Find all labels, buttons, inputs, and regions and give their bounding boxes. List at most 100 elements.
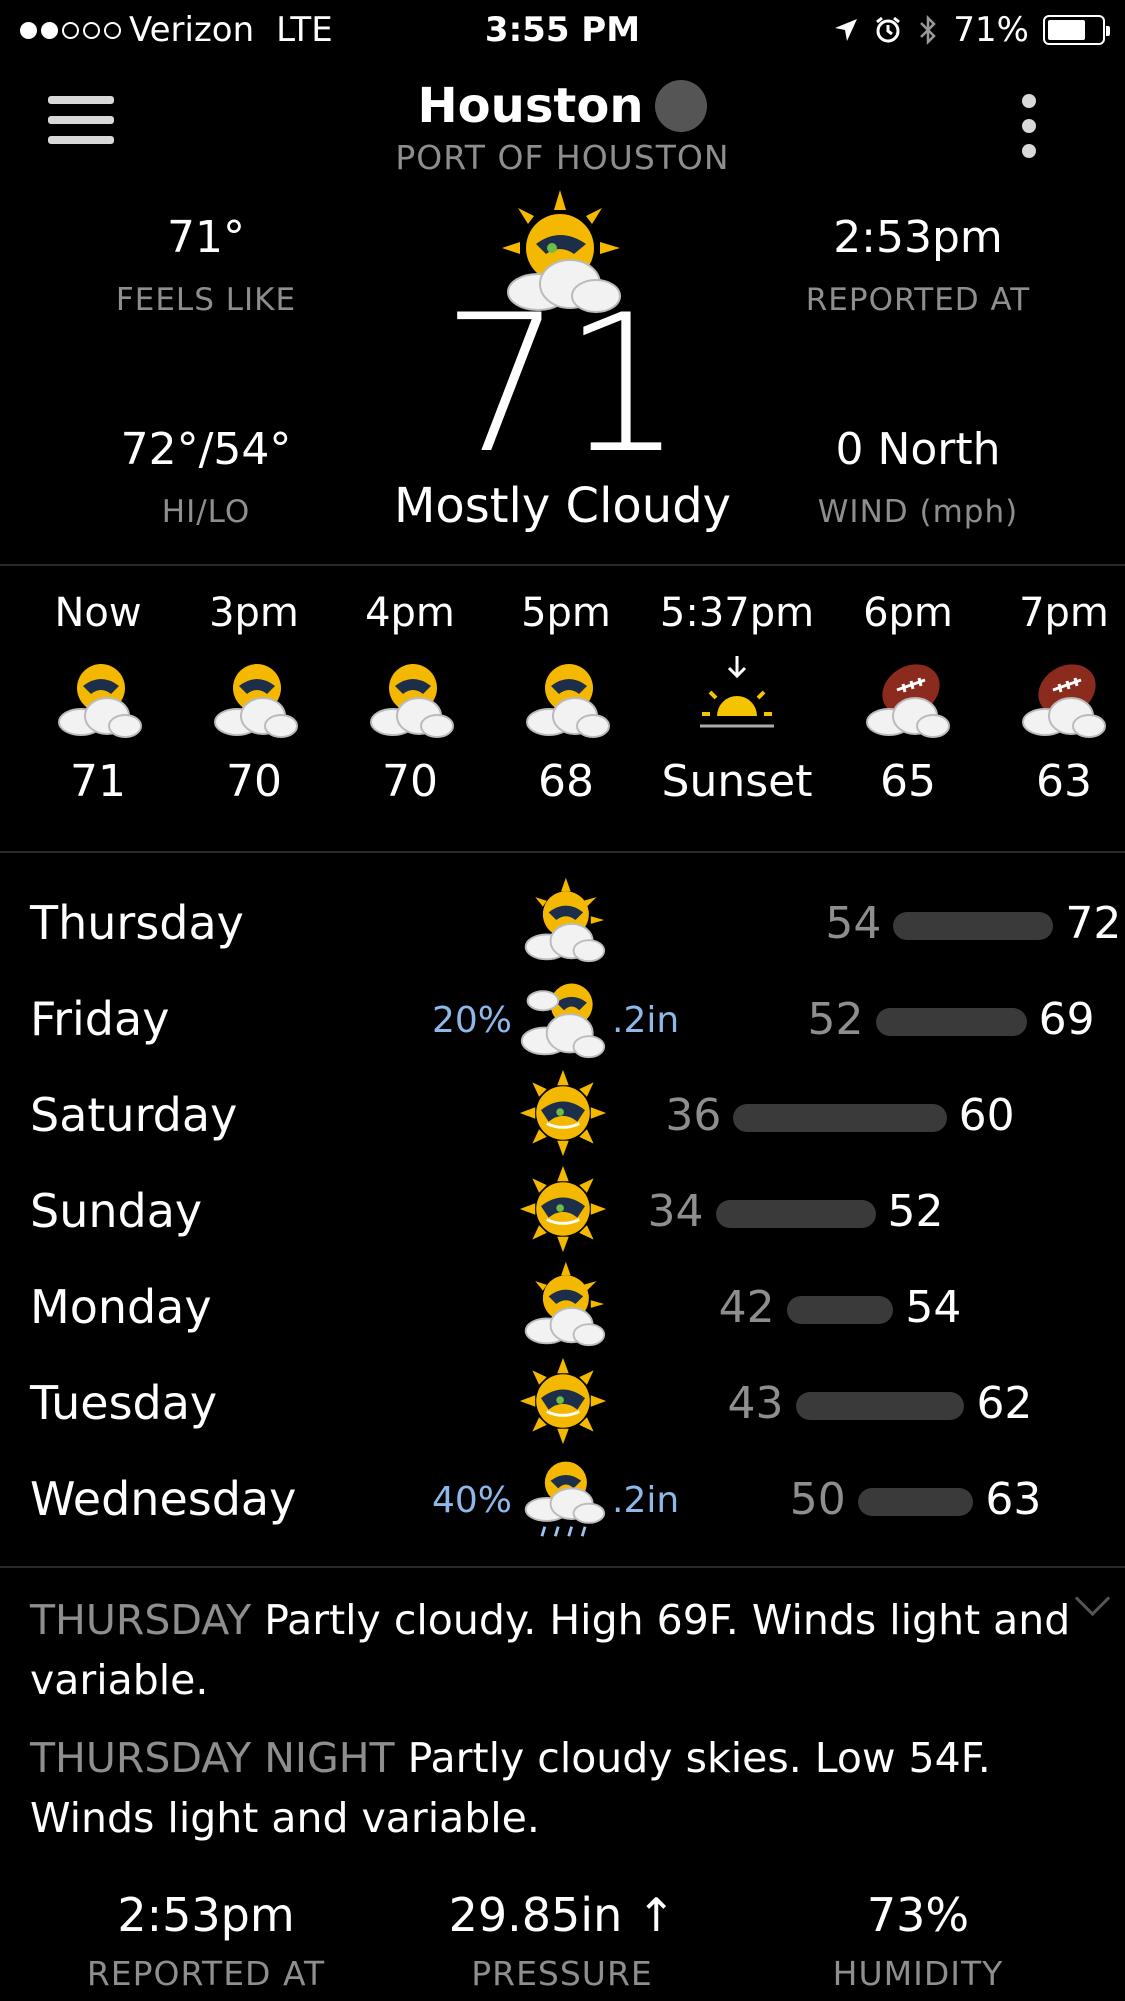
wind-value: 0 North [835,424,1001,475]
partly-cloudy-sun-icon [518,1260,608,1354]
day-name: Sunday [30,1184,203,1238]
hourly-forecast[interactable]: Now 71 3pm 70 4pm 70 5pm 68 5:37pm Sunse… [0,580,1125,850]
sunset-icon [652,650,822,756]
divider [0,1566,1125,1568]
temperature-range-bar [875,1008,1027,1036]
wind-label: WIND (mph) [817,494,1019,530]
low-temperature: 50 [789,1474,846,1525]
temperature-range-bar [715,1200,876,1228]
forecast-text-night: THURSDAY NIGHT Partly cloudy skies. Low … [30,1728,1090,1848]
high-temperature: 69 [1038,994,1095,1045]
daily-forecast: Thursday 54 72 Friday 20% .2in 52 69 Saturday 36 6… [0,872,1125,1544]
hour-time: 6pm [863,590,953,636]
day-name: Saturday [30,1088,238,1142]
high-temperature: 63 [985,1474,1042,1525]
daily-row[interactable]: Monday 42 54 [0,1256,1125,1352]
temperature-range-bar [733,1104,947,1132]
location-arrow-icon [835,19,858,41]
hour-item: Now 71 [23,590,173,807]
hour-time: Now [54,590,142,636]
pressure-label: PRESSURE [471,1954,653,1993]
battery-percent: 71% [953,10,1029,50]
rain-sun-icon [518,1452,608,1546]
daily-row[interactable]: Tuesday 43 62 [0,1352,1125,1448]
partly-cloudy-sun-icon [179,650,329,756]
hour-item: 5pm 68 [491,590,641,807]
daily-row[interactable]: Wednesday 40% .2in 50 63 [0,1448,1125,1544]
daily-row[interactable]: Thursday 54 72 [0,872,1125,968]
daily-row[interactable]: Friday 20% .2in 52 69 [0,968,1125,1064]
precip-amount: .2in [612,1000,680,1041]
station-name: PORT OF HOUSTON [395,138,730,177]
day-name: Friday [30,992,170,1046]
precip-amount: .2in [612,1480,680,1521]
high-temperature: 62 [976,1378,1033,1429]
hour-item: 4pm 70 [335,590,485,807]
partly-cloudy-moon-icon [989,650,1125,756]
city-name: Houston [417,78,644,134]
partly-cloudy-moon-icon [833,650,983,756]
more-options-icon[interactable] [1022,94,1042,169]
hour-item: 3pm 70 [179,590,329,807]
temperature-range-bar [795,1392,965,1420]
humidity-value: 73% [866,1888,970,1942]
low-temperature: 54 [825,898,882,949]
bottom-reported-value: 2:53pm [117,1888,295,1942]
alarm-clock-icon [876,16,901,43]
partly-cloudy-sun-icon [23,650,173,756]
hour-time: 7pm [1019,590,1109,636]
location-header[interactable]: Houston [0,78,1125,134]
hour-temperature: 63 [1036,756,1092,807]
high-temperature: 54 [905,1282,962,1333]
status-right: 71% [833,10,1110,50]
sunny-icon [518,1356,608,1450]
low-temperature: 34 [647,1186,704,1237]
high-temperature: 60 [958,1090,1015,1141]
daily-row[interactable]: Saturday 36 60 [0,1064,1125,1160]
sunny-icon [518,1164,608,1258]
high-temperature: 52 [887,1186,944,1237]
hour-temperature: 70 [226,756,282,807]
location-status-icon [655,80,708,132]
temperature-range-bar [786,1296,894,1324]
bluetooth-icon [920,14,937,46]
hilo-value: 72°/54° [120,424,292,475]
hour-time: 4pm [365,590,455,636]
temperature-range-bar [857,1488,974,1516]
battery-icon [1043,15,1110,45]
partly-cloudy-sun-icon [491,650,641,756]
precip-chance: 20% [432,1000,513,1041]
partly-cloudy-sun-icon [335,650,485,756]
divider [0,851,1125,853]
day-name: Wednesday [30,1472,297,1526]
hour-temperature: 71 [70,756,126,807]
forecast-text-day: THURSDAY Partly cloudy. High 69F. Winds … [30,1590,1090,1710]
hour-item-sunset: 5:37pm Sunset [652,590,822,807]
hilo-label: HI/LO [161,494,251,530]
status-bar: Verizon LTE 3:55 PM 71% [0,0,1125,62]
reported-at-value: 2:53pm [833,212,1003,263]
day-name: Tuesday [30,1376,218,1430]
hour-time: 5:37pm [659,590,815,636]
feels-like-value: 71° [167,212,245,263]
hour-temperature: 68 [538,756,594,807]
sunny-icon [518,1068,608,1162]
humidity-label: HUMIDITY [832,1954,1004,1993]
partly-cloudy-sun-icon [518,876,608,970]
divider [0,564,1125,566]
low-temperature: 43 [727,1378,784,1429]
forecast-period-label: THURSDAY NIGHT [30,1734,395,1782]
precip-chance: 40% [432,1480,513,1521]
cloudy-sun-icon [518,972,608,1066]
day-name: Monday [30,1280,212,1334]
pressure-value: 29.85in ↑ [448,1888,676,1942]
low-temperature: 42 [718,1282,775,1333]
low-temperature: 52 [807,994,864,1045]
hour-time: 3pm [209,590,299,636]
hour-item: 6pm 65 [833,590,983,807]
bottom-reported-label: REPORTED AT [86,1954,326,1993]
hour-temperature: 70 [382,756,438,807]
temperature-range-bar [893,912,1054,940]
low-temperature: 36 [665,1090,722,1141]
daily-row[interactable]: Sunday 34 52 [0,1160,1125,1256]
